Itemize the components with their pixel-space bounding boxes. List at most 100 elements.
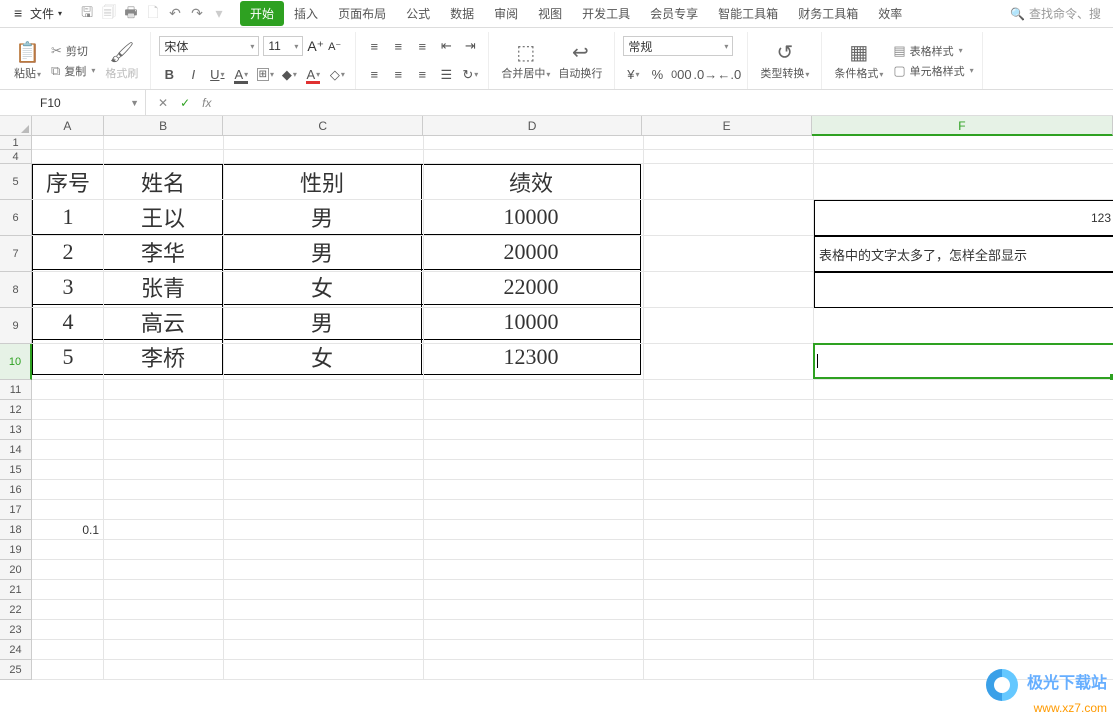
- font-color-button[interactable]: A▾: [303, 65, 323, 85]
- cell-F17[interactable]: [814, 500, 1113, 520]
- tab-smart-tools[interactable]: 智能工具箱: [708, 1, 788, 26]
- merge-center-button[interactable]: ⬚ 合并居中▾: [497, 38, 554, 83]
- cell-F19[interactable]: [814, 540, 1113, 560]
- cell-E5[interactable]: [644, 164, 814, 200]
- cell-D6[interactable]: [424, 200, 644, 236]
- font-size-select[interactable]: 11▾: [263, 36, 303, 56]
- cell-C6[interactable]: [224, 200, 424, 236]
- cell-D20[interactable]: [424, 560, 644, 580]
- comma-button[interactable]: 000: [671, 65, 691, 85]
- cell-D8[interactable]: [424, 272, 644, 308]
- cell-B5[interactable]: [104, 164, 224, 200]
- cell-F7[interactable]: 表格中的文字太多了，怎样全部显示: [814, 236, 1113, 272]
- row-header-7[interactable]: 7: [0, 236, 32, 272]
- table-style-button[interactable]: ▤表格样式▾: [893, 43, 973, 59]
- col-header-B[interactable]: B: [104, 116, 224, 136]
- paste-button[interactable]: 📋 粘贴▾: [10, 38, 45, 83]
- cell-A18[interactable]: 0.1: [32, 520, 104, 540]
- cell-C14[interactable]: [224, 440, 424, 460]
- cell-B14[interactable]: [104, 440, 224, 460]
- cancel-formula-button[interactable]: ✕: [158, 96, 168, 110]
- cell-C1[interactable]: [224, 136, 424, 150]
- col-header-E[interactable]: E: [642, 116, 812, 136]
- cell-C24[interactable]: [224, 640, 424, 660]
- cell-D14[interactable]: [424, 440, 644, 460]
- tab-home[interactable]: 开始: [240, 1, 284, 26]
- cell-D9[interactable]: [424, 308, 644, 344]
- cell-E9[interactable]: [644, 308, 814, 344]
- select-all-corner[interactable]: [0, 116, 32, 136]
- cell-D13[interactable]: [424, 420, 644, 440]
- cell-D23[interactable]: [424, 620, 644, 640]
- cell-E17[interactable]: [644, 500, 814, 520]
- cell-E22[interactable]: [644, 600, 814, 620]
- cell-F4[interactable]: [814, 150, 1113, 164]
- cell-B19[interactable]: [104, 540, 224, 560]
- row-header-13[interactable]: 13: [0, 420, 32, 440]
- cell-D4[interactable]: [424, 150, 644, 164]
- cell-F22[interactable]: [814, 600, 1113, 620]
- cell-A19[interactable]: [32, 540, 104, 560]
- cell-A13[interactable]: [32, 420, 104, 440]
- cell-C17[interactable]: [224, 500, 424, 520]
- cell-A22[interactable]: [32, 600, 104, 620]
- tab-efficiency[interactable]: 效率: [868, 1, 912, 26]
- orientation-button[interactable]: ↻▾: [460, 65, 480, 85]
- cell-B7[interactable]: [104, 236, 224, 272]
- cell-C15[interactable]: [224, 460, 424, 480]
- cell-E23[interactable]: [644, 620, 814, 640]
- cells-area[interactable]: 序号姓名性别绩效1王以男100002李华男200003张青女220004高云男1…: [32, 136, 1113, 721]
- cell-F12[interactable]: [814, 400, 1113, 420]
- cell-B15[interactable]: [104, 460, 224, 480]
- col-header-C[interactable]: C: [223, 116, 422, 136]
- cell-A14[interactable]: [32, 440, 104, 460]
- italic-button[interactable]: I: [183, 65, 203, 85]
- cell-B16[interactable]: [104, 480, 224, 500]
- cell-A12[interactable]: [32, 400, 104, 420]
- cell-B8[interactable]: [104, 272, 224, 308]
- row-header-23[interactable]: 23: [0, 620, 32, 640]
- cell-E20[interactable]: [644, 560, 814, 580]
- cell-D11[interactable]: [424, 380, 644, 400]
- cell-B20[interactable]: [104, 560, 224, 580]
- cell-F21[interactable]: [814, 580, 1113, 600]
- cell-D21[interactable]: [424, 580, 644, 600]
- font-name-select[interactable]: 宋体▾: [159, 36, 259, 56]
- increase-font-button[interactable]: A⁺: [307, 38, 324, 55]
- cell-style-button[interactable]: ▢单元格样式▾: [893, 63, 973, 79]
- cell-B21[interactable]: [104, 580, 224, 600]
- cell-D18[interactable]: [424, 520, 644, 540]
- cell-A4[interactable]: [32, 150, 104, 164]
- decrease-font-button[interactable]: A⁻: [328, 40, 341, 53]
- print-preview-icon[interactable]: 🗋: [142, 2, 164, 26]
- cell-D10[interactable]: [424, 344, 644, 380]
- type-convert-button[interactable]: ↺ 类型转换▾: [756, 38, 813, 83]
- align-center-button[interactable]: ≡: [388, 65, 408, 85]
- cell-A5[interactable]: [32, 164, 104, 200]
- row-header-21[interactable]: 21: [0, 580, 32, 600]
- cell-A16[interactable]: [32, 480, 104, 500]
- cell-A9[interactable]: [32, 308, 104, 344]
- cell-D15[interactable]: [424, 460, 644, 480]
- copy-button[interactable]: ⧉复制▾: [51, 63, 95, 79]
- align-middle-button[interactable]: ≡: [388, 36, 408, 56]
- cell-F11[interactable]: [814, 380, 1113, 400]
- cell-F1[interactable]: [814, 136, 1113, 150]
- accept-formula-button[interactable]: ✓: [180, 96, 190, 110]
- cell-C18[interactable]: [224, 520, 424, 540]
- col-header-A[interactable]: A: [32, 116, 104, 136]
- row-header-1[interactable]: 1: [0, 136, 32, 150]
- cell-B23[interactable]: [104, 620, 224, 640]
- cell-A20[interactable]: [32, 560, 104, 580]
- row-header-10[interactable]: 10: [0, 344, 32, 380]
- cell-C21[interactable]: [224, 580, 424, 600]
- row-header-25[interactable]: 25: [0, 660, 32, 680]
- conditional-format-button[interactable]: ▦ 条件格式▾: [830, 38, 887, 83]
- cell-A17[interactable]: [32, 500, 104, 520]
- align-right-button[interactable]: ≡: [412, 65, 432, 85]
- tab-view[interactable]: 视图: [528, 1, 572, 26]
- cell-F8[interactable]: [814, 272, 1113, 308]
- row-header-19[interactable]: 19: [0, 540, 32, 560]
- wrap-text-button[interactable]: ↩ 自动换行: [554, 38, 606, 83]
- underline-button[interactable]: U▾: [207, 65, 227, 85]
